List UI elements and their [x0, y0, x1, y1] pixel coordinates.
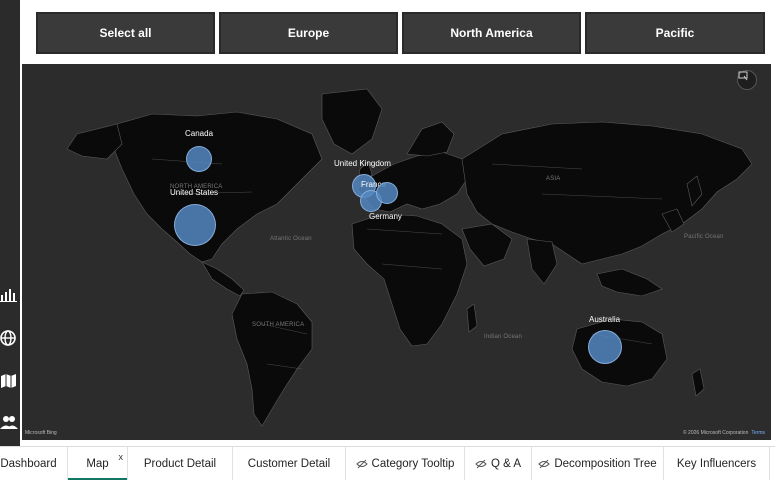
terms-link[interactable]: Terms — [751, 430, 765, 436]
region-label-south-america: SOUTH AMERICA — [252, 322, 305, 328]
hidden-page-icon — [538, 459, 551, 469]
bing-attribution: Microsoft Bing — [25, 430, 57, 436]
tab-label: Product Detail — [143, 458, 217, 470]
bubble-australia[interactable] — [588, 330, 622, 364]
tab-q-and-a[interactable]: Q & A — [465, 447, 532, 480]
world-landmass — [66, 88, 753, 427]
tab-label: Dashboard — [0, 458, 57, 470]
tab-category-tooltip[interactable]: Category Tooltip — [346, 447, 465, 480]
focus-mode-button[interactable] — [737, 70, 757, 90]
tab-label: Key Influencers — [676, 458, 757, 470]
left-navigation — [0, 0, 20, 446]
tab-label: Category Tooltip — [371, 458, 455, 470]
label-australia: Australia — [589, 315, 621, 324]
tab-label: Q & A — [490, 458, 522, 470]
hidden-page-icon — [355, 459, 368, 469]
region-label-asia: ASIA — [546, 176, 561, 182]
pacific-button[interactable]: Pacific — [585, 12, 765, 54]
page-tab-bar: Dashboard Map x Product Detail Customer … — [0, 446, 775, 480]
tab-decomposition-tree[interactable]: Decomposition Tree — [532, 447, 664, 480]
bubble-germany[interactable] — [376, 182, 398, 204]
close-tab-icon[interactable]: x — [119, 452, 124, 462]
north-america-button[interactable]: North America — [402, 12, 581, 54]
europe-button[interactable]: Europe — [219, 12, 398, 54]
label-canada: Canada — [185, 129, 214, 138]
tab-map[interactable]: Map x — [68, 447, 128, 480]
tab-label: Map — [86, 458, 109, 470]
tab-label: Decomposition Tree — [554, 458, 657, 470]
label-united-states: United States — [170, 188, 219, 197]
select-all-button[interactable]: Select all — [36, 12, 215, 54]
people-icon[interactable] — [0, 412, 20, 434]
bubble-united-states[interactable] — [174, 204, 216, 246]
hidden-page-icon — [475, 459, 487, 469]
region-slicer: Select all Europe North America Pacific — [30, 6, 770, 60]
globe-icon[interactable] — [0, 327, 20, 349]
region-label-pacific: Pacific Ocean — [684, 234, 724, 240]
world-map[interactable]: NORTH AMERICA Atlantic Ocean ASIA Pacifi… — [22, 64, 771, 440]
tab-key-influencers[interactable]: Key Influencers — [664, 447, 770, 480]
label-germany: Germany — [369, 212, 402, 221]
region-label-indian: Indian Ocean — [484, 334, 523, 340]
bubble-canada[interactable] — [186, 146, 212, 172]
tab-product-detail[interactable]: Product Detail — [128, 447, 233, 480]
label-united-kingdom: United Kingdom — [334, 159, 391, 168]
map-icon[interactable] — [0, 370, 20, 392]
tab-dashboard[interactable]: Dashboard — [0, 447, 68, 480]
tab-customer-detail[interactable]: Customer Detail — [233, 447, 346, 480]
tab-label: Customer Detail — [247, 458, 331, 470]
copyright-text: © 2026 Microsoft Corporation — [682, 430, 749, 436]
region-label-atlantic: Atlantic Ocean — [270, 236, 312, 242]
report-canvas: Select all Europe North America Pacific — [0, 0, 775, 480]
copyright-attribution: © 2026 Microsoft Corporation Terms — [683, 430, 765, 436]
bar-chart-icon[interactable] — [0, 283, 20, 305]
